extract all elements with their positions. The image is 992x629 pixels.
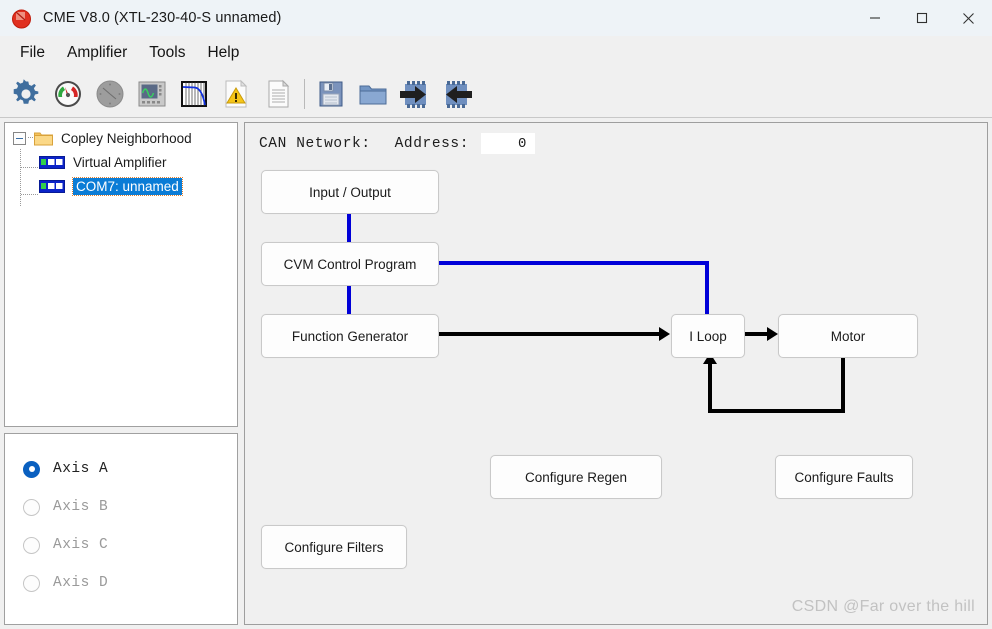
minimize-button[interactable] — [851, 0, 898, 36]
axis-option-c[interactable]: Axis C — [5, 526, 237, 564]
folder-icon — [34, 131, 53, 146]
scope-icon[interactable] — [131, 73, 173, 115]
amplifier-main-panel: CAN Network: Address: 0 Input / Output C… — [244, 122, 988, 625]
axis-label-a: Axis A — [53, 461, 109, 477]
configure-regen-label: Configure Regen — [524, 469, 628, 485]
basic-setup-icon[interactable] — [5, 73, 47, 115]
i-loop-block[interactable]: I Loop — [671, 314, 745, 358]
window-controls — [851, 0, 992, 36]
can-network-label: CAN Network: — [259, 135, 371, 152]
amplifier-icon — [39, 155, 65, 169]
radio-button-axis-c[interactable] — [23, 536, 40, 554]
axis-label-b: Axis B — [53, 499, 109, 515]
input-output-block[interactable]: Input / Output — [261, 170, 439, 214]
configure-filters-label: Configure Filters — [284, 539, 384, 555]
address-label: Address: — [394, 135, 470, 152]
cvm-control-program-label: CVM Control Program — [283, 256, 417, 272]
configure-regen-button[interactable]: Configure Regen — [490, 455, 662, 499]
arrowhead-iloop-to-motor — [767, 327, 778, 341]
input-output-label: Input / Output — [309, 184, 391, 200]
can-network-header: CAN Network: Address: 0 — [259, 133, 536, 154]
menu-amplifier[interactable]: Amplifier — [56, 41, 138, 65]
address-value-field[interactable]: 0 — [481, 133, 536, 154]
function-generator-block[interactable]: Function Generator — [261, 314, 439, 358]
tree-expander-icon[interactable] — [13, 131, 26, 145]
menu-help[interactable]: Help — [196, 41, 250, 65]
axis-option-d[interactable]: Axis D — [5, 564, 237, 602]
wire-motor-feedback-horizontal — [708, 409, 845, 413]
menu-bar: File Amplifier Tools Help — [0, 36, 992, 70]
filter-plot-icon[interactable] — [173, 73, 215, 115]
tree-item-label-com7: COM7: unnamed — [72, 176, 183, 196]
tree-root-row[interactable]: Copley Neighborhood — [5, 126, 237, 150]
configure-faults-button[interactable]: Configure Faults — [775, 455, 913, 499]
configure-filters-button[interactable]: Configure Filters — [261, 525, 407, 569]
tree-item-virtual-amplifier[interactable]: Virtual Amplifier — [5, 150, 237, 174]
control-panel-icon[interactable] — [47, 73, 89, 115]
wire-cvm-to-iloop-horizontal — [439, 261, 709, 265]
i-loop-label: I Loop — [689, 328, 727, 344]
configure-faults-label: Configure Faults — [794, 469, 894, 485]
wire-io-to-cvm — [347, 214, 351, 242]
radio-button-axis-d[interactable] — [23, 574, 40, 592]
wire-fgen-to-iloop — [439, 332, 661, 336]
function-generator-label: Function Generator — [291, 328, 409, 344]
download-to-amp-icon[interactable] — [394, 73, 436, 115]
upload-from-amp-icon[interactable] — [436, 73, 478, 115]
wire-motor-feedback-vertical — [841, 356, 845, 413]
wire-cvm-to-fgen — [347, 286, 351, 314]
motor-label: Motor — [830, 328, 866, 344]
toolbar-separator — [304, 78, 305, 109]
device-tree-panel[interactable]: Copley Neighborhood Virtual Amplifier CO… — [4, 122, 238, 427]
axis-label-d: Axis D — [53, 575, 109, 591]
open-folder-icon[interactable] — [352, 73, 394, 115]
watermark-text: CSDN @Far over the hill — [791, 598, 975, 615]
menu-tools[interactable]: Tools — [138, 41, 196, 65]
axis-option-b[interactable]: Axis B — [5, 488, 237, 526]
menu-file[interactable]: File — [9, 41, 56, 65]
close-button[interactable] — [945, 0, 992, 36]
radio-button-axis-b[interactable] — [23, 498, 40, 516]
motor-block[interactable]: Motor — [778, 314, 918, 358]
amplifier-icon — [39, 179, 65, 193]
save-icon[interactable] — [310, 73, 352, 115]
cvm-control-program-block[interactable]: CVM Control Program — [261, 242, 439, 286]
wire-cvm-to-iloop-vertical — [705, 261, 709, 314]
title-bar: CME V8.0 (XTL-230-40-S unnamed) — [0, 0, 992, 36]
tree-item-label-virtual-amplifier: Virtual Amplifier — [73, 154, 167, 170]
window-title: CME V8.0 (XTL-230-40-S unnamed) — [43, 10, 282, 26]
error-log-icon[interactable] — [215, 73, 257, 115]
cme-application-window: CME V8.0 (XTL-230-40-S unnamed) File Amp… — [0, 0, 992, 629]
axis-selection-panel: Axis A Axis B Axis C Axis D — [4, 433, 238, 625]
copley-logo-icon — [11, 8, 32, 29]
tree-item-com7[interactable]: COM7: unnamed — [5, 174, 237, 198]
toolbar — [0, 70, 992, 118]
tree-root-label: Copley Neighborhood — [61, 130, 192, 146]
radio-button-axis-a[interactable] — [23, 460, 40, 478]
wire-motor-feedback-up — [708, 363, 712, 413]
axis-label-c: Axis C — [53, 537, 109, 553]
maximize-button[interactable] — [898, 0, 945, 36]
manual-phase-icon[interactable] — [89, 73, 131, 115]
data-file-icon[interactable] — [257, 73, 299, 115]
arrowhead-fgen-to-iloop — [659, 327, 670, 341]
axis-option-a[interactable]: Axis A — [5, 450, 237, 488]
